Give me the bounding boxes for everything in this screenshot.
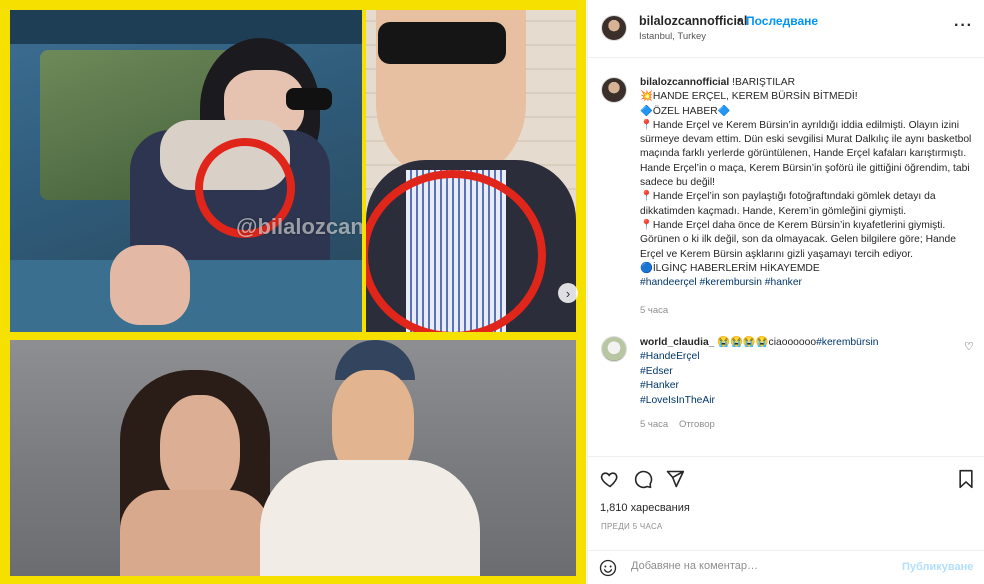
- comments-area[interactable]: bilalozcannofficial !BARIŞTILAR 💥HANDE E…: [588, 59, 984, 456]
- caption-avatar[interactable]: [601, 77, 627, 103]
- sunglasses: [378, 22, 506, 64]
- sunglasses: [286, 88, 332, 110]
- comment-username[interactable]: world_claudia_: [640, 337, 714, 348]
- caption-time: 5 часа: [640, 305, 669, 316]
- publish-button[interactable]: Публикуване: [902, 561, 973, 573]
- woman-shoulders: [120, 490, 270, 576]
- caption-line: 📍Hande Erçel ve Kerem Bürsin’in ayrıldığ…: [640, 119, 972, 189]
- header-username[interactable]: bilalozcannofficial: [639, 14, 747, 28]
- post-media: @bilalozcannofficial ›: [0, 0, 586, 584]
- caption-line: 🔷ÖZEL HABER🔷: [640, 105, 731, 117]
- comment-avatar[interactable]: [601, 336, 627, 362]
- comment-icon[interactable]: [631, 467, 655, 491]
- comment-hashtag[interactable]: #HandeErçel: [640, 350, 960, 364]
- likes-count[interactable]: 1,810 харесвания: [600, 502, 690, 514]
- separator-dot: •: [737, 13, 742, 27]
- more-options-icon[interactable]: ···: [954, 17, 973, 35]
- post-sidebar: bilalozcannofficial • Последване Istanbu…: [587, 0, 984, 584]
- caption-line: 💥HANDE ERÇEL, KEREM BÜRSİN BİTMEDİ!: [640, 91, 858, 103]
- photo-car-window: @bilalozcannofficial: [10, 10, 362, 332]
- hand: [110, 245, 190, 325]
- share-icon[interactable]: [663, 467, 687, 491]
- caption-line: 🔵İLGİNÇ HABERLERİM HİKAYEMDE: [640, 262, 820, 274]
- red-circle-marker: [366, 170, 546, 332]
- post-time: ПРЕДИ 5 ЧАСА: [601, 522, 663, 531]
- comment-time: 5 часа: [640, 419, 669, 430]
- caption-line: !BARIŞTILAR: [732, 77, 796, 88]
- caption: bilalozcannofficial !BARIŞTILAR 💥HANDE E…: [640, 76, 980, 290]
- heart-icon[interactable]: [598, 467, 622, 491]
- location-link[interactable]: Istanbul, Turkey: [639, 31, 706, 42]
- white-shirt: [260, 460, 480, 576]
- comment-hashtag[interactable]: #Edser: [640, 365, 960, 379]
- reply-button[interactable]: Отговор: [679, 419, 715, 430]
- caption-hashtags[interactable]: #handeerçel #kerembursin #hanker: [640, 277, 802, 288]
- bookmark-icon[interactable]: [954, 467, 978, 491]
- caption-line: 📍Hande Erçel daha önce de Kerem Bürsin’i…: [640, 219, 956, 260]
- post-header: bilalozcannofficial • Последване Istanbu…: [588, 0, 984, 58]
- add-comment-bar: Публикуване: [588, 550, 984, 584]
- woman-face: [160, 395, 240, 505]
- comment-like-icon[interactable]: ♡: [964, 340, 974, 353]
- next-image-button[interactable]: ›: [558, 283, 578, 303]
- avatar[interactable]: [601, 15, 627, 41]
- car-roof: [10, 10, 362, 44]
- comment-hashtag[interactable]: #LoveIsInTheAir: [640, 394, 960, 408]
- comment-text: 😭😭😭😭ciaoooooo: [714, 337, 817, 348]
- watermark: @bilalozcannofficial: [236, 214, 362, 239]
- photo-couple: [10, 340, 576, 576]
- caption-username[interactable]: bilalozcannofficial: [640, 77, 729, 88]
- photo-man-sunglasses: [366, 10, 576, 332]
- caption-line: 📍Hande Erçel’in son paylaştığı fotoğraft…: [640, 191, 936, 217]
- comment-hashtag[interactable]: #kerembürsin: [816, 337, 878, 348]
- action-bar: 1,810 харесвания ПРЕДИ 5 ЧАСА Публикуван…: [588, 456, 984, 584]
- comment-hashtag[interactable]: #Hanker: [640, 379, 960, 393]
- emoji-icon[interactable]: [599, 559, 617, 577]
- comment-input[interactable]: [631, 560, 891, 572]
- comment: world_claudia_ 😭😭😭😭ciaoooooo#kerembürsin…: [640, 336, 960, 408]
- follow-button[interactable]: Последване: [746, 14, 818, 28]
